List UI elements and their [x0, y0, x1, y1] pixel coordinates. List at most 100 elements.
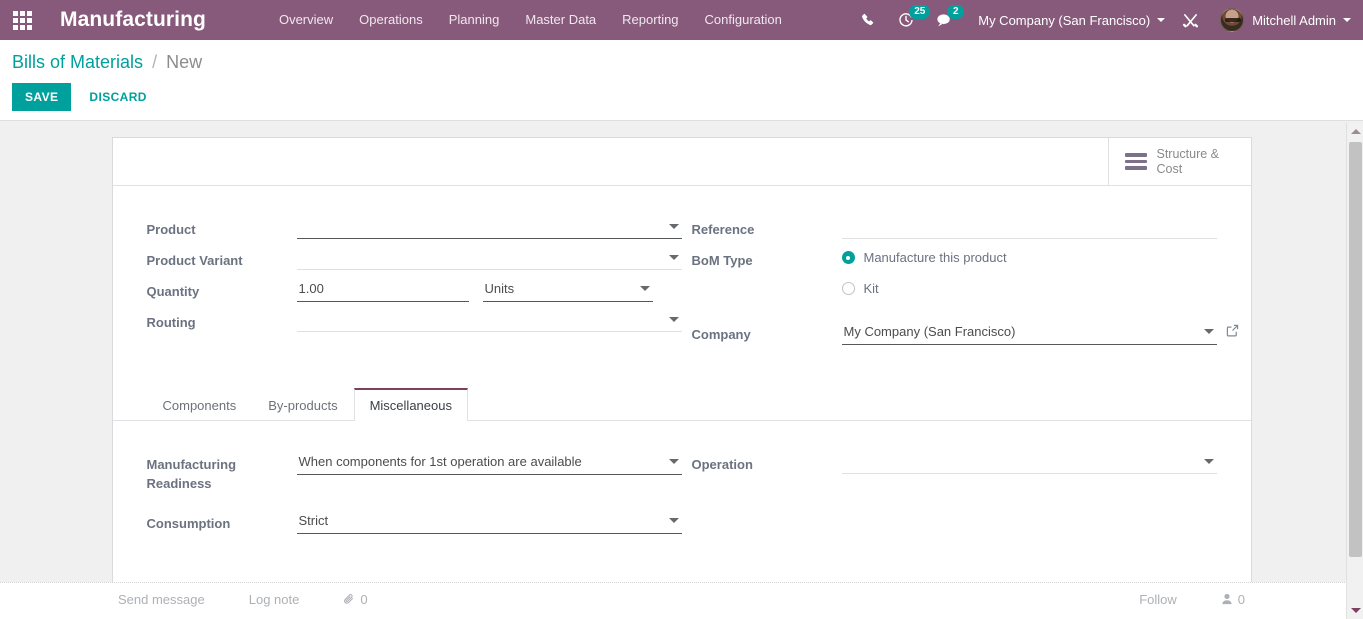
dropdown-caret-icon[interactable]: [1203, 329, 1214, 334]
discard-button[interactable]: DISCARD: [76, 83, 159, 111]
routing-input[interactable]: [296, 307, 682, 332]
field-manufacturing-readiness: Manufacturing Readiness When components …: [147, 449, 682, 493]
field-product-variant-label: Product Variant: [146, 253, 243, 268]
dropdown-caret-icon[interactable]: [668, 224, 679, 229]
notebook: Components By-products Miscellaneous Man…: [112, 388, 1251, 583]
phone-icon[interactable]: [850, 0, 887, 40]
breadcrumb: Bills of Materials / New: [12, 49, 1363, 75]
menu-item-master-data[interactable]: Master Data: [512, 0, 609, 40]
menu-item-planning[interactable]: Planning: [436, 0, 513, 40]
field-bom-type: BoM Type Manufacture this product Kit: [692, 245, 1217, 301]
form-scroll-region: Structure & Cost Product Product Variant…: [0, 121, 1363, 583]
user-icon: [1222, 593, 1232, 605]
radio-unselected-icon[interactable]: [841, 282, 855, 295]
dropdown-caret-icon[interactable]: [668, 518, 679, 523]
user-menu-label: Mitchell Admin: [1252, 12, 1336, 28]
attachment-count: 0: [360, 591, 368, 607]
tab-by-products[interactable]: By-products: [252, 388, 353, 421]
form-column-left: Product Product Variant Quantity 1.00 Un…: [147, 214, 682, 350]
bom-type-option-kit[interactable]: Kit: [841, 278, 1217, 296]
dropdown-caret-icon[interactable]: [639, 286, 650, 291]
uom-input[interactable]: Units: [482, 276, 653, 302]
field-reference-label: Reference: [691, 222, 755, 237]
manufacturing-readiness-select[interactable]: When components for 1st operation are av…: [296, 449, 682, 475]
content-area: Structure & Cost Product Product Variant…: [0, 120, 1363, 615]
followers-count: 0: [1237, 591, 1245, 607]
dropdown-caret-icon[interactable]: [668, 317, 679, 322]
scroll-up-arrow-icon[interactable]: [1347, 123, 1363, 140]
chevron-down-icon: [1157, 18, 1166, 22]
list-bars-icon: [1124, 153, 1147, 170]
field-consumption: Consumption Strict: [147, 508, 682, 536]
field-routing: Routing: [147, 307, 682, 335]
follow-button[interactable]: Follow: [1139, 592, 1177, 607]
field-product-label: Product: [146, 222, 196, 237]
tab-miscellaneous[interactable]: Miscellaneous: [353, 388, 468, 421]
consumption-select[interactable]: Strict: [296, 508, 682, 534]
company-switcher[interactable]: My Company (San Francisco): [964, 13, 1171, 28]
bom-type-option-manufacture[interactable]: Manufacture this product: [841, 247, 1217, 265]
operation-input[interactable]: [841, 449, 1217, 474]
menu-item-overview[interactable]: Overview: [266, 0, 346, 40]
product-variant-input[interactable]: [296, 245, 682, 270]
dropdown-caret-icon[interactable]: [668, 459, 679, 464]
messages-menu-button[interactable]: 2: [925, 0, 965, 40]
app-brand-title[interactable]: Manufacturing: [44, 8, 216, 32]
form-body: Product Product Variant Quantity 1.00 Un…: [112, 186, 1251, 583]
log-note-button[interactable]: Log note: [249, 592, 300, 607]
activity-menu-button[interactable]: 25: [887, 0, 931, 40]
tab-panel-miscellaneous: Manufacturing Readiness When components …: [113, 421, 1251, 583]
field-company-label: Company: [691, 327, 751, 342]
reference-input[interactable]: [841, 214, 1217, 239]
field-consumption-label: Consumption: [146, 516, 231, 531]
quantity-input[interactable]: 1.00: [296, 276, 469, 302]
product-input[interactable]: [296, 214, 682, 239]
stat-buttons-row: Structure & Cost: [112, 138, 1251, 186]
bom-type-kit-label: Kit: [863, 281, 879, 296]
messages-count-badge: 2: [947, 5, 965, 19]
apps-grid-icon[interactable]: [0, 0, 44, 40]
structure-and-cost-button[interactable]: Structure & Cost: [1107, 138, 1251, 185]
navbar-right-tools: 25 2 My Company (San Francisco) Mitchell…: [850, 0, 1363, 40]
save-button[interactable]: SAVE: [12, 83, 72, 111]
company-input[interactable]: My Company (San Francisco): [841, 319, 1217, 345]
structure-and-cost-label: Structure & Cost: [1156, 146, 1220, 176]
developer-tools-icon[interactable]: [1171, 0, 1210, 40]
dropdown-caret-icon[interactable]: [1203, 459, 1214, 464]
menu-item-operations[interactable]: Operations: [346, 0, 436, 40]
dropdown-caret-icon[interactable]: [668, 255, 679, 260]
radio-selected-icon[interactable]: [841, 251, 855, 264]
menu-item-configuration[interactable]: Configuration: [692, 0, 795, 40]
field-bom-type-label: BoM Type: [691, 253, 753, 268]
field-quantity-label: Quantity: [146, 284, 200, 299]
attachments-button[interactable]: 0: [343, 591, 368, 607]
user-menu[interactable]: Mitchell Admin: [1210, 8, 1351, 32]
record-action-buttons: SAVE DISCARD: [12, 83, 1363, 120]
followers-button[interactable]: 0: [1221, 592, 1245, 607]
company-switcher-label: My Company (San Francisco): [978, 12, 1151, 28]
external-link-icon[interactable]: [1226, 324, 1239, 342]
field-company: Company My Company (San Francisco): [691, 319, 1238, 347]
breadcrumb-separator: /: [152, 52, 158, 72]
field-operation-label: Operation: [691, 457, 753, 472]
field-operation: Operation: [692, 449, 1217, 477]
avatar: [1220, 8, 1245, 32]
scroll-down-arrow-icon[interactable]: [1347, 602, 1363, 619]
menu-item-reporting[interactable]: Reporting: [609, 0, 691, 40]
chatter-followers: Follow 0: [1139, 592, 1245, 607]
scrollbar-thumb[interactable]: [1349, 142, 1362, 557]
field-routing-label: Routing: [146, 315, 196, 330]
control-panel: Bills of Materials / New SAVE DISCARD: [0, 40, 1363, 120]
vertical-scrollbar[interactable]: [1346, 123, 1363, 619]
send-message-button[interactable]: Send message: [118, 592, 205, 607]
breadcrumb-root-link[interactable]: Bills of Materials: [12, 52, 143, 72]
field-product-variant: Product Variant: [147, 245, 682, 273]
form-sheet: Structure & Cost Product Product Variant…: [111, 137, 1252, 583]
field-product: Product: [147, 214, 682, 242]
tab-components[interactable]: Components: [147, 388, 253, 421]
breadcrumb-current: New: [166, 52, 203, 72]
tab-column-right: Operation: [682, 449, 1217, 539]
field-quantity: Quantity 1.00 Units: [147, 276, 682, 304]
bom-type-manufacture-label: Manufacture this product: [863, 250, 1007, 265]
top-navbar: Manufacturing Overview Operations Planni…: [0, 0, 1363, 40]
